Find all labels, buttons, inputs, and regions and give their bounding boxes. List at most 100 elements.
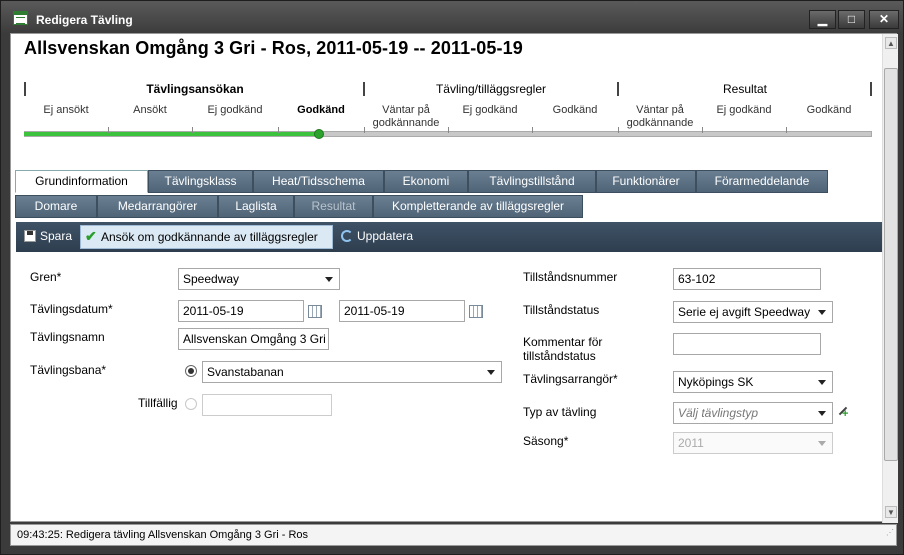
calendar-icon[interactable] — [308, 305, 322, 318]
stage-rules: Tävling/tilläggsregler — [435, 82, 547, 96]
tillfallig-input[interactable] — [202, 394, 332, 416]
progress-tick — [618, 127, 619, 133]
tillfallig-label: Tillfällig — [138, 396, 178, 410]
bana-value: Svanstabanan — [207, 365, 284, 379]
datum-from-input[interactable]: 2011-05-19 — [178, 300, 304, 322]
tab-grundinformation[interactable]: Grundinformation — [15, 170, 148, 193]
refresh-button[interactable]: Uppdatera — [337, 225, 417, 249]
tillfallig-radio[interactable] — [185, 398, 197, 410]
save-label: Spara — [40, 229, 73, 243]
tab-resultat: Resultat — [294, 195, 373, 218]
tab-forarmeddelande[interactable]: Förarmeddelande — [696, 170, 828, 193]
typ-label: Typ av tävling — [523, 405, 597, 419]
apply-approval-label: Ansök om godkännande av tilläggsregler — [101, 230, 318, 244]
step-label: Väntar på godkännande — [372, 104, 440, 129]
save-button[interactable]: Spara — [20, 225, 75, 249]
chevron-down-icon — [818, 310, 826, 315]
step-label: Ansökt — [133, 104, 167, 116]
tab-heat-tidsschema[interactable]: Heat/Tidsschema — [253, 170, 384, 193]
status-bar: 09:43:25: Redigera tävling Allsvenskan O… — [10, 524, 897, 546]
stage-results: Resultat — [722, 82, 768, 96]
resize-grip-icon[interactable]: ⋰ — [886, 523, 894, 543]
kommentar-label: Kommentar för tillståndstatus — [523, 335, 603, 363]
stage-application: Tävlingsansökan — [146, 82, 244, 96]
sasong-value: 2011 — [678, 436, 704, 450]
progress-tick — [278, 127, 279, 133]
gren-value: Speedway — [183, 272, 240, 286]
toolbar: Spara ✔ Ansök om godkännande av tilläggs… — [16, 222, 882, 252]
sasong-dropdown: 2011 — [673, 432, 833, 454]
checkmark-icon: ✔ — [85, 228, 97, 244]
kommentar-input[interactable] — [673, 333, 821, 355]
tillstandstatus-dropdown[interactable]: Serie ej avgift Speedway — [673, 301, 833, 323]
refresh-label: Uppdatera — [357, 229, 414, 243]
refresh-icon — [341, 230, 353, 242]
progress-tick — [364, 127, 365, 133]
calendar-icon[interactable] — [469, 305, 483, 318]
namn-label: Tävlingsnamn — [30, 330, 105, 344]
stage-separator — [870, 82, 872, 96]
scroll-up-icon[interactable]: ▲ — [885, 37, 897, 49]
progress-tick — [702, 127, 703, 133]
close-button[interactable]: ✕ — [869, 10, 899, 29]
form-icon — [13, 11, 28, 25]
save-icon — [24, 230, 36, 242]
minimize-button[interactable]: ▁ — [809, 10, 836, 29]
step-label: Ej godkänd — [462, 104, 518, 116]
progress-tick — [108, 127, 109, 133]
add-type-icon[interactable] — [836, 404, 850, 420]
apply-approval-button[interactable]: ✔ Ansök om godkännande av tilläggsregler — [80, 225, 333, 249]
maximize-button[interactable]: □ — [838, 10, 865, 29]
progress-fill — [24, 132, 321, 136]
chevron-down-icon — [818, 411, 826, 416]
progress-tick — [448, 127, 449, 133]
typ-placeholder: Välj tävlingstyp — [678, 406, 759, 420]
tab-ekonomi[interactable]: Ekonomi — [384, 170, 468, 193]
bana-label: Tävlingsbana* — [30, 363, 107, 377]
tab-tavlingstillstand[interactable]: Tävlingstillstånd — [468, 170, 596, 193]
bana-dropdown[interactable]: Svanstabanan — [202, 361, 502, 383]
status-text: 09:43:25: Redigera tävling Allsvenskan O… — [17, 529, 309, 541]
title-bar[interactable]: Redigera Tävling ▁ □ ✕ — [1, 1, 903, 33]
tillstandstatus-label: Tillståndstatus — [523, 303, 600, 317]
chevron-down-icon — [818, 441, 826, 446]
typ-dropdown[interactable]: Välj tävlingstyp — [673, 402, 833, 424]
tab-domare[interactable]: Domare — [15, 195, 97, 218]
step-label: Väntar på godkännande — [626, 104, 694, 129]
tab-funktionarer[interactable]: Funktionärer — [596, 170, 696, 193]
edit-competition-window: Redigera Tävling ▁ □ ✕ Allsvenskan Omgån… — [0, 0, 904, 555]
gren-label: Gren* — [30, 270, 62, 284]
scroll-thumb[interactable] — [884, 68, 898, 461]
chevron-down-icon — [818, 380, 826, 385]
progress-tick — [192, 127, 193, 133]
arrangor-label: Tävlingsarrangör* — [523, 372, 618, 386]
scroll-down-icon[interactable]: ▼ — [885, 506, 897, 518]
step-label: Ej godkänd — [716, 104, 772, 116]
progress-tick — [786, 127, 787, 133]
progress-tick — [532, 127, 533, 133]
datum-label: Tävlingsdatum* — [30, 302, 113, 316]
bana-radio[interactable] — [185, 365, 197, 377]
tab-laglista[interactable]: Laglista — [218, 195, 294, 218]
arrangor-value: Nyköpings SK — [678, 375, 754, 389]
tillstandsnummer-input[interactable]: 63-102 — [673, 268, 821, 290]
page-title: Allsvenskan Omgång 3 Gri - Ros, 2011-05-… — [24, 38, 523, 58]
arrangor-dropdown[interactable]: Nyköpings SK — [673, 371, 833, 393]
tab-medarrangorer[interactable]: Medarrangörer — [97, 195, 218, 218]
gren-dropdown[interactable]: Speedway — [178, 268, 340, 290]
datum-to-input[interactable]: 2011-05-19 — [339, 300, 465, 322]
namn-input[interactable]: Allsvenskan Omgång 3 Gri - — [178, 328, 329, 350]
tillstandsnummer-label: Tillståndsnummer — [523, 270, 618, 284]
client-area: Allsvenskan Omgång 3 Gri - Ros, 2011-05-… — [10, 33, 898, 523]
vertical-scrollbar[interactable]: ▲ ▼ — [882, 34, 898, 523]
step-label: Godkänd — [552, 104, 598, 116]
step-label: Ej ansökt — [43, 104, 89, 116]
progress-marker — [314, 129, 324, 139]
sasong-label: Säsong* — [523, 434, 569, 448]
window-title: Redigera Tävling — [36, 13, 133, 27]
tillstandstatus-value: Serie ej avgift Speedway — [678, 305, 811, 319]
chevron-down-icon — [487, 370, 495, 375]
step-label: Godkänd — [806, 104, 852, 116]
tab-kompletterande[interactable]: Kompletterande av tilläggsregler — [373, 195, 583, 218]
tab-tavlingsklass[interactable]: Tävlingsklass — [148, 170, 253, 193]
